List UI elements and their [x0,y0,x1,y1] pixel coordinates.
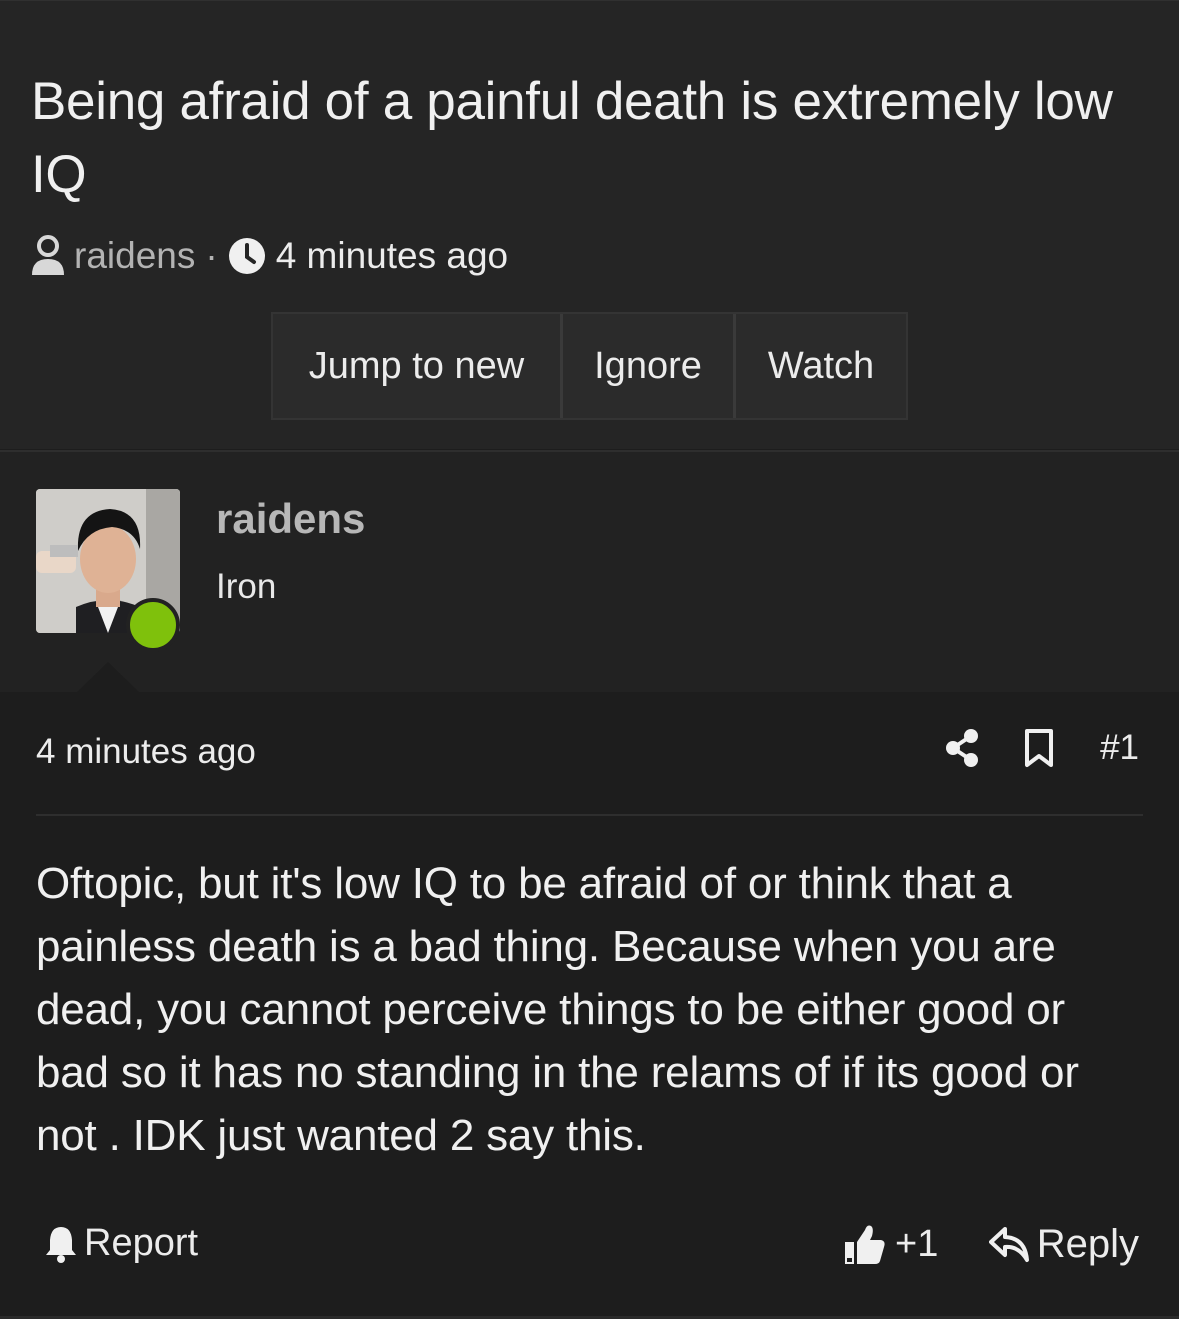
bell-icon [46,1226,76,1263]
reply-icon [988,1226,1029,1262]
thread-header: Being afraid of a painful death is extre… [0,0,1179,449]
post-body: Oftopic, but it's low IQ to be afraid of… [36,859,1079,1160]
message-pointer [75,662,141,694]
report-button[interactable]: Report [44,1222,198,1265]
reply-button[interactable]: Reply [988,1222,1139,1267]
ignore-button[interactable]: Ignore [560,314,733,418]
thread-author-link[interactable]: raidens [74,235,195,277]
thread-time[interactable]: 4 minutes ago [276,235,508,277]
like-button[interactable]: +1 [843,1222,938,1266]
post-number-link[interactable]: #1 [1100,728,1139,768]
post-divider [36,814,1143,816]
meta-separator: · [205,235,218,276]
jump-to-new-button[interactable]: Jump to new [273,314,560,418]
share-icon[interactable] [944,728,980,768]
thread-title: Being afraid of a painful death is extre… [31,72,1113,204]
thread-meta: raidens · 4 minutes ago [30,231,508,281]
report-label: Report [84,1222,199,1264]
watch-button[interactable]: Watch [733,314,906,418]
thread-button-group: Jump to new Ignore Watch [271,312,908,420]
like-count: +1 [895,1222,939,1265]
post: 4 minutes ago #1 Oftopic, but it's low I… [0,692,1179,1319]
post-user-block: raidens Iron [0,450,1179,694]
reply-label: Reply [1036,1222,1139,1266]
post-time[interactable]: 4 minutes ago [36,732,256,772]
online-status-indicator [126,598,180,652]
user-icon [32,235,64,275]
clock-icon [228,238,265,274]
post-footer: Report +1 Reply [0,1222,1179,1268]
bookmark-icon[interactable] [1024,728,1054,768]
post-actions: #1 [944,728,1139,768]
user-rank: Iron [216,567,277,606]
thumbs-up-icon [845,1225,885,1264]
post-username[interactable]: raidens [216,495,365,543]
